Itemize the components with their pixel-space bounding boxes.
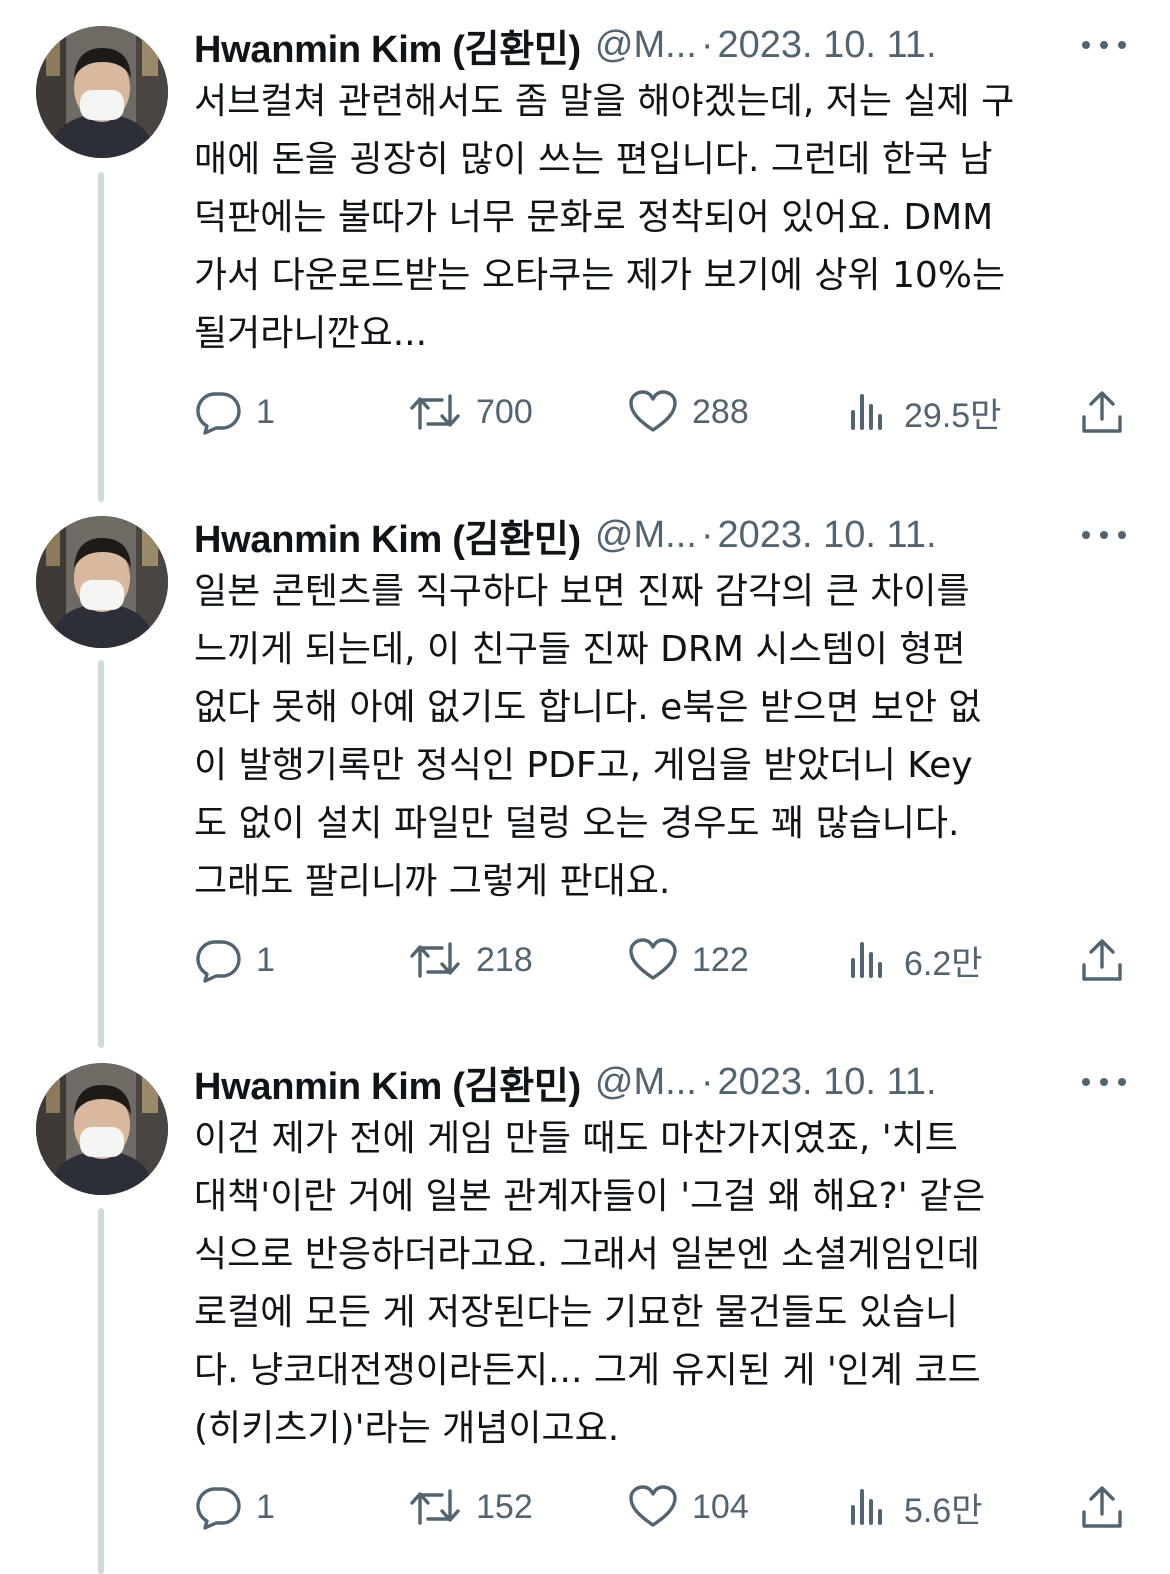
author-handle[interactable]: @M... <box>595 1061 697 1104</box>
tweet-text-line: 대책'이란 거에 일본 관계자들이 '그걸 왜 해요?' 같은 <box>194 1176 986 1217</box>
tweet-text-line: 이건 제가 전에 게임 만들 때도 마찬가지였죠, '치트 <box>194 1118 958 1159</box>
tweet-text: 서브컬쳐 관련해서도 좀 말을 해야겠는데, 저는 실제 구 매에 돈을 굉장히… <box>194 73 1134 363</box>
retweet-icon <box>410 942 460 978</box>
views-button[interactable]: 6.2만 <box>848 930 983 990</box>
views-button[interactable]: 5.6만 <box>848 1477 983 1537</box>
reply-icon <box>196 1487 241 1530</box>
views-icon <box>851 394 882 430</box>
tweet[interactable]: Hwanmin Kim (김환민) @M... · 2023. 10. 11. … <box>0 1037 1170 1574</box>
avatar[interactable] <box>36 516 168 648</box>
like-button[interactable]: 122 <box>628 930 749 990</box>
tweet-text-line: 일본 콘텐츠를 직구하다 보면 진짜 감각의 큰 차이를 <box>194 571 970 612</box>
author-handle[interactable]: @M... <box>595 24 697 67</box>
reply-count: 1 <box>256 1487 275 1526</box>
tweet-text-line: 서브컬쳐 관련해서도 좀 말을 해야겠는데, 저는 실제 구 <box>194 81 1015 122</box>
like-count: 288 <box>692 392 749 431</box>
share-icon <box>1082 1486 1122 1528</box>
avatar-image <box>36 516 168 648</box>
reply-button[interactable]: 1 <box>194 382 275 442</box>
tweet-header: Hwanmin Kim (김환민) @M... · 2023. 10. 11. <box>194 508 1134 563</box>
like-count: 104 <box>692 1487 749 1526</box>
retweet-count: 700 <box>476 392 533 431</box>
retweet-count: 152 <box>476 1487 533 1526</box>
author-name[interactable]: Hwanmin Kim (김환민) <box>194 1055 581 1110</box>
like-button[interactable]: 104 <box>628 1477 749 1537</box>
more-icon[interactable] <box>1082 1057 1126 1107</box>
author-name[interactable]: Hwanmin Kim (김환민) <box>194 508 581 563</box>
action-bar: 1 152 104 5.6만 <box>194 1477 1134 1537</box>
tweet-text-line: (히키츠기)'라는 개념이고요. <box>194 1408 620 1449</box>
like-button[interactable]: 288 <box>628 382 749 442</box>
heart-icon <box>629 1485 677 1527</box>
tweet-text-line: 될거라니깐요... <box>194 313 428 354</box>
tweet-date[interactable]: 2023. 10. 11. <box>717 514 936 557</box>
views-button[interactable]: 29.5만 <box>848 382 1001 442</box>
tweet-text: 일본 콘텐츠를 직구하다 보면 진짜 감각의 큰 차이를 느끼게 되는데, 이 … <box>194 563 1134 911</box>
author-handle[interactable]: @M... <box>595 514 697 557</box>
tweet[interactable]: Hwanmin Kim (김환민) @M... · 2023. 10. 11. … <box>0 0 1170 470</box>
tweet-date[interactable]: 2023. 10. 11. <box>717 1061 936 1104</box>
heart-icon <box>629 938 677 980</box>
avatar[interactable] <box>36 1063 168 1195</box>
share-icon <box>1082 391 1122 433</box>
reply-button[interactable]: 1 <box>194 930 275 990</box>
tweet-date[interactable]: 2023. 10. 11. <box>717 24 936 67</box>
share-button[interactable] <box>1080 382 1124 442</box>
tweet-text-line: 로컬에 모든 게 저장된다는 기묘한 물건들도 있습니 <box>194 1292 959 1333</box>
reply-count: 1 <box>256 940 275 979</box>
retweet-button[interactable]: 152 <box>408 1477 533 1537</box>
more-icon[interactable] <box>1082 20 1126 70</box>
tweet[interactable]: Hwanmin Kim (김환민) @M... · 2023. 10. 11. … <box>0 490 1170 1020</box>
retweet-count: 218 <box>476 940 533 979</box>
tweet-text-line: 가서 다운로드받는 오타쿠는 제가 보기에 상위 10%는 <box>194 255 1006 296</box>
share-button[interactable] <box>1080 930 1124 990</box>
avatar[interactable] <box>36 26 168 158</box>
tweet-text-line: 이 발행기록만 정식인 PDF고, 게임을 받았더니 Key <box>194 745 973 786</box>
views-icon <box>851 1489 882 1525</box>
separator: · <box>700 1060 714 1103</box>
like-count: 122 <box>692 940 749 979</box>
tweet-text-line: 덕판에는 불따가 너무 문화로 정착되어 있어요. DMM <box>194 197 994 238</box>
avatar-image <box>36 26 168 158</box>
retweet-button[interactable]: 700 <box>408 382 533 442</box>
share-button[interactable] <box>1080 1477 1124 1537</box>
tweet-header: Hwanmin Kim (김환민) @M... · 2023. 10. 11. <box>194 1055 1134 1110</box>
tweet-text-line: 도 없이 설치 파일만 덜렁 오는 경우도 꽤 많습니다. <box>194 803 960 844</box>
retweet-icon <box>410 394 460 430</box>
reply-count: 1 <box>256 392 275 431</box>
share-icon <box>1082 939 1122 981</box>
avatar-image <box>36 1063 168 1195</box>
separator: · <box>700 513 714 556</box>
tweet-text-line: 그래도 팔리니까 그렇게 판대요. <box>194 861 671 902</box>
retweet-button[interactable]: 218 <box>408 930 533 990</box>
tweet-text: 이건 제가 전에 게임 만들 때도 마찬가지였죠, '치트 대책'이란 거에 일… <box>194 1110 1134 1458</box>
action-bar: 1 218 122 6.2만 <box>194 930 1134 990</box>
view-count: 29.5만 <box>904 396 1002 435</box>
action-bar: 1 700 288 29.5만 <box>194 382 1134 442</box>
reply-button[interactable]: 1 <box>194 1477 275 1537</box>
tweet-header: Hwanmin Kim (김환민) @M... · 2023. 10. 11. <box>194 18 1134 73</box>
retweet-icon <box>410 1489 460 1525</box>
views-icon <box>851 942 882 978</box>
view-count: 5.6만 <box>904 1491 983 1530</box>
reply-icon <box>196 940 241 983</box>
tweet-text-line: 없다 못해 아예 없기도 합니다. e북은 받으면 보안 없 <box>194 687 982 728</box>
tweet-text-line: 느끼게 되는데, 이 친구들 진짜 DRM 시스템이 형편 <box>194 629 966 670</box>
reply-icon <box>196 392 241 435</box>
more-icon[interactable] <box>1082 510 1126 560</box>
view-count: 6.2만 <box>904 944 983 983</box>
separator: · <box>700 23 714 66</box>
tweet-text-line: 다. 냥코대전쟁이라든지... 그게 유지된 게 '인계 코드 <box>194 1350 981 1391</box>
author-name[interactable]: Hwanmin Kim (김환민) <box>194 18 581 73</box>
tweet-text-line: 식으로 반응하더라고요. 그래서 일본엔 소셜게임인데 <box>194 1234 980 1275</box>
tweet-text-line: 매에 돈을 굉장히 많이 쓰는 편입니다. 그런데 한국 남 <box>194 139 993 180</box>
heart-icon <box>629 390 677 432</box>
